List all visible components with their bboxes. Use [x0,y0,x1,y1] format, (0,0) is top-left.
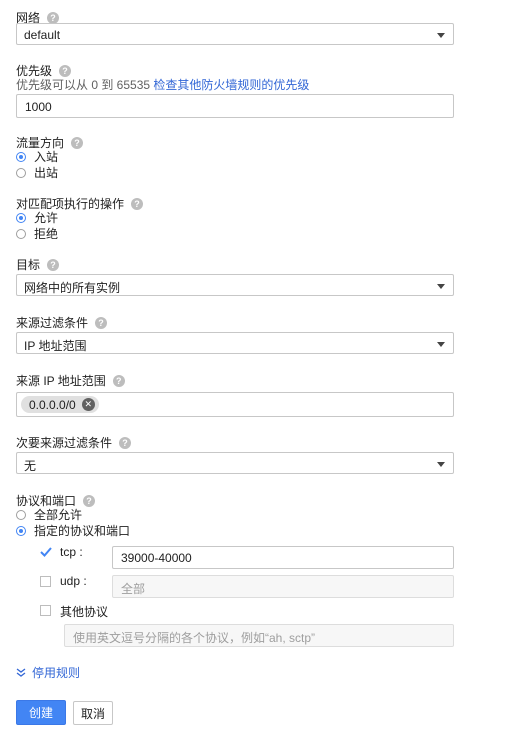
ip-range-chip: 0.0.0.0/0 ✕ [21,396,99,413]
radio-allow[interactable]: 允许 [16,209,58,226]
radio-specified[interactable]: 指定的协议和端口 [16,522,130,539]
help-icon[interactable]: ? [47,11,60,24]
help-icon[interactable]: ? [119,436,132,449]
radio-ingress[interactable]: 入站 [16,148,58,165]
udp-label: udp : [60,574,87,588]
dropdown-arrow-icon [437,342,445,347]
target-label: 目标? [16,256,60,273]
radio-deny[interactable]: 拒绝 [16,225,58,242]
help-icon[interactable]: ? [83,494,96,507]
dropdown-arrow-icon [437,284,445,289]
dropdown-arrow-icon [437,462,445,467]
tcp-checkbox[interactable] [40,546,52,557]
target-select[interactable]: 网络中的所有实例 [16,274,454,296]
other-protocols-label: 其他协议 [60,605,109,619]
other-protocols-checkbox[interactable] [40,605,51,616]
udp-ports-input[interactable]: 全部 [112,575,454,598]
cancel-button[interactable]: 取消 [73,701,113,725]
double-chevron-down-icon [16,667,26,677]
help-icon[interactable]: ? [47,258,60,271]
tcp-label: tcp : [60,545,83,559]
tcp-ports-input[interactable]: 39000-40000 [112,546,454,569]
source-filter-label: 来源过滤条件? [16,314,108,331]
radio-button[interactable] [16,167,26,178]
priority-hint: 优先级可以从 0 到 65535 检查其他防火墙规则的优先级 [16,78,310,92]
radio-button[interactable] [16,228,26,239]
radio-allow-all[interactable]: 全部允许 [16,506,82,523]
radio-egress[interactable]: 出站 [16,164,58,181]
source-ip-input[interactable]: 0.0.0.0/0 ✕ [16,392,454,417]
help-icon[interactable]: ? [71,136,84,149]
udp-checkbox[interactable] [40,576,51,587]
dropdown-arrow-icon [437,33,445,38]
radio-button[interactable] [16,525,26,536]
secondary-filter-label: 次要来源过滤条件? [16,434,132,451]
help-icon[interactable]: ? [131,197,144,210]
remove-chip-icon[interactable]: ✕ [81,398,95,411]
help-icon[interactable]: ? [59,64,72,77]
radio-button[interactable] [16,509,26,520]
radio-button[interactable] [16,212,26,223]
source-ip-label: 来源 IP 地址范围? [16,372,125,389]
network-select[interactable]: default [16,23,454,45]
radio-button[interactable] [16,151,26,162]
source-filter-select[interactable]: IP 地址范围 [16,332,454,354]
help-icon[interactable]: ? [95,316,108,329]
secondary-filter-select[interactable]: 无 [16,452,454,474]
create-button[interactable]: 创建 [16,700,66,725]
priority-rules-link[interactable]: 检查其他防火墙规则的优先级 [153,78,309,92]
disable-rule-toggle[interactable]: 停用规则 [16,664,80,681]
checkmark-icon [40,547,52,557]
other-protocols-input[interactable]: 使用英文逗号分隔的各个协议，例如“ah, sctp” [64,624,454,647]
priority-input[interactable]: 1000 [16,94,454,118]
help-icon[interactable]: ? [112,374,125,387]
